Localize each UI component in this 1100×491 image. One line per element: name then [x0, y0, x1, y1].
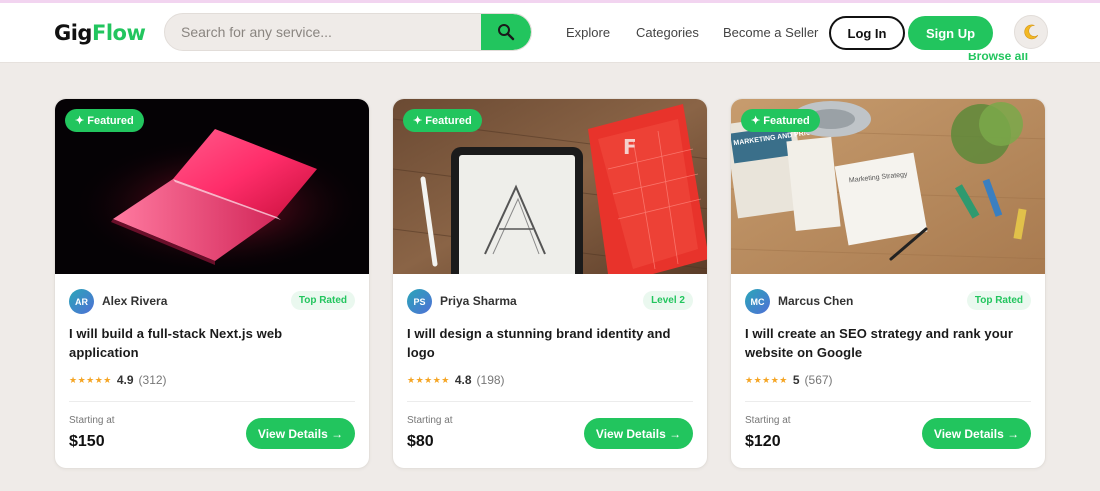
signup-button[interactable]: Sign Up	[908, 16, 993, 50]
nav-explore[interactable]: Explore	[566, 25, 610, 40]
logo-text-flow: Flow	[91, 21, 146, 45]
svg-text:F: F	[623, 135, 637, 159]
gig-title[interactable]: I will create an SEO strategy and rank y…	[745, 324, 1031, 362]
search-bar	[164, 13, 532, 51]
search-icon	[498, 24, 515, 41]
rating-value: 5	[792, 373, 800, 387]
navbar: GigFlow Explore Categories Become a Sell…	[0, 3, 1100, 63]
featured-badge: ✦ Featured	[741, 109, 820, 132]
price: $80	[407, 433, 434, 450]
gig-image-brand-design: F ✦ Featured	[393, 99, 707, 274]
view-details-button[interactable]: View Details →	[584, 418, 693, 449]
moon-icon	[1024, 24, 1039, 40]
starting-at-label: Starting at	[745, 415, 791, 426]
seller-name[interactable]: Marcus Chen	[778, 294, 853, 308]
rating-row: ★★★★★ 4.8 (198)	[407, 372, 693, 388]
rating-row: ★★★★★ 5 (567)	[745, 372, 1031, 388]
rating-value: 4.8	[454, 373, 472, 387]
price: $150	[69, 433, 105, 450]
view-details-button[interactable]: View Details →	[922, 418, 1031, 449]
star-rating-icon: ★★★★★	[69, 374, 112, 385]
search-input[interactable]	[165, 14, 483, 50]
rating-value: 4.9	[116, 373, 134, 387]
star-rating-icon: ★★★★★	[407, 374, 450, 385]
logo-text-gig: Gig	[54, 21, 92, 45]
theme-toggle-button[interactable]	[1014, 15, 1048, 49]
nav-categories[interactable]: Categories	[636, 25, 699, 40]
gig-card[interactable]: ✦ Featured AR Alex Rivera Top Rated I wi…	[54, 98, 370, 469]
seller-name[interactable]: Alex Rivera	[102, 294, 167, 308]
gig-card[interactable]: MARKETING AND PRICING Marketing Strategy…	[730, 98, 1046, 469]
featured-badge: ✦ Featured	[403, 109, 482, 132]
gig-title[interactable]: I will build a full-stack Next.js web ap…	[69, 324, 355, 362]
browse-all-link[interactable]: Browse all	[968, 53, 1028, 63]
logo[interactable]: GigFlow	[54, 21, 146, 45]
view-details-button[interactable]: View Details →	[246, 418, 355, 449]
seller-name[interactable]: Priya Sharma	[440, 294, 517, 308]
review-count: (312)	[138, 373, 167, 387]
review-count: (198)	[476, 373, 505, 387]
search-button[interactable]	[481, 14, 531, 50]
avatar[interactable]: PS	[407, 289, 432, 314]
review-count: (567)	[804, 373, 833, 387]
rating-row: ★★★★★ 4.9 (312)	[69, 372, 355, 388]
gig-image-marketing: MARKETING AND PRICING Marketing Strategy…	[731, 99, 1045, 274]
login-button[interactable]: Log In	[829, 16, 905, 50]
seller-level-badge: Top Rated	[966, 291, 1031, 310]
seller-level-badge: Level 2	[643, 291, 693, 310]
nav-become-seller[interactable]: Become a Seller	[723, 25, 818, 40]
gig-image-laptop: ✦ Featured	[55, 99, 369, 274]
avatar[interactable]: AR	[69, 289, 94, 314]
gig-card[interactable]: F ✦ Featured PS Priya Sharma Level 2 I w…	[392, 98, 708, 469]
featured-badge: ✦ Featured	[65, 109, 144, 132]
gig-title[interactable]: I will design a stunning brand identity …	[407, 324, 693, 362]
starting-at-label: Starting at	[69, 415, 115, 426]
seller-level-badge: Top Rated	[290, 291, 355, 310]
price: $120	[745, 433, 781, 450]
star-rating-icon: ★★★★★	[745, 374, 788, 385]
starting-at-label: Starting at	[407, 415, 453, 426]
avatar[interactable]: MC	[745, 289, 770, 314]
